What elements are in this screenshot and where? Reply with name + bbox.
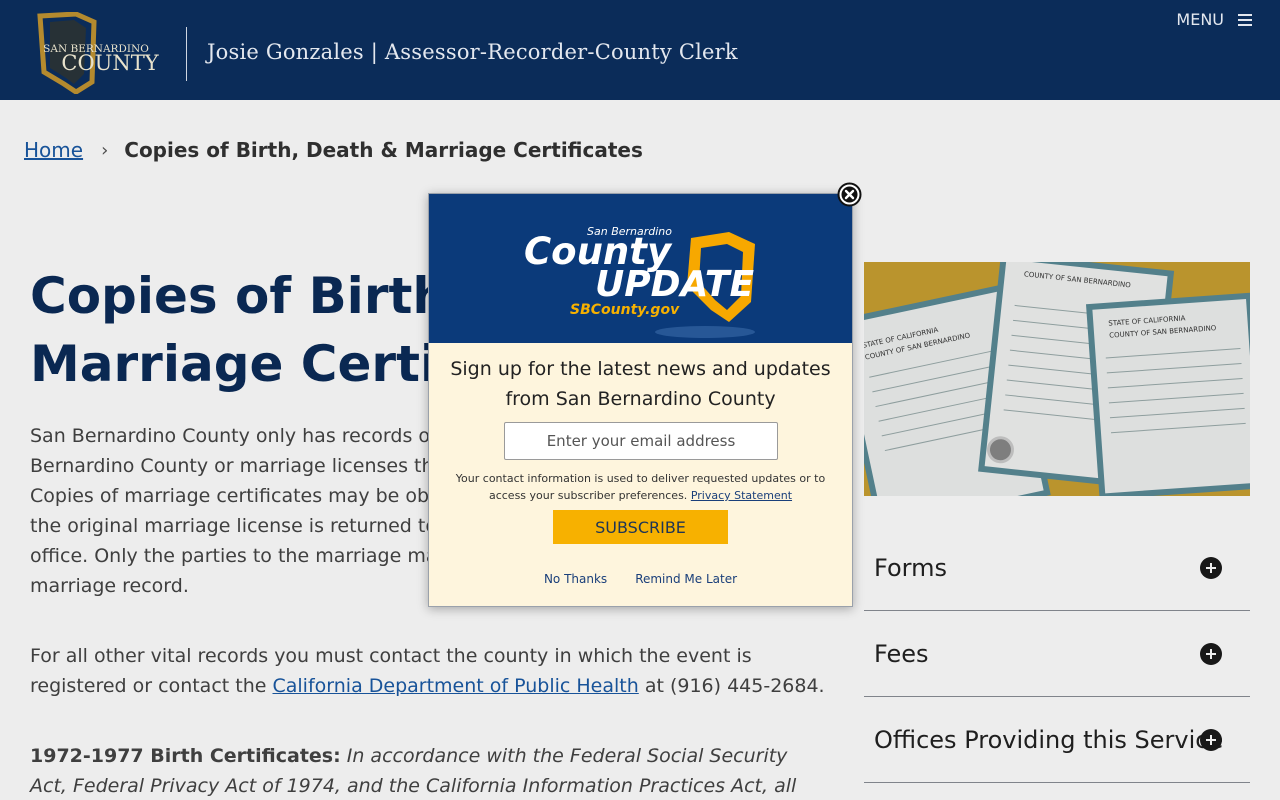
close-icon[interactable] [837,182,862,207]
banner-brand-url: SBCounty.gov [570,302,680,318]
department-title[interactable]: Josie Gonzales | Assessor-Recorder-Count… [207,40,738,64]
popup-secondary-links: No Thanks Remind Me Later [429,572,852,586]
county-update-banner: San Bernardino County UPDATE SBCounty.go… [429,194,852,343]
hamburger-icon [1238,13,1252,26]
privacy-statement-link[interactable]: Privacy Statement [691,489,792,502]
header-divider [186,27,187,81]
no-thanks-link[interactable]: No Thanks [544,572,607,586]
site-header: SAN BERNARDINO COUNTY Josie Gonzales | A… [0,0,1280,100]
subscribe-button[interactable]: SUBSCRIBE [553,510,728,544]
email-input[interactable] [504,422,778,460]
seal-text-bottom: COUNTY [61,51,159,75]
banner-brand-update: UPDATE [595,264,754,305]
menu-label: MENU [1176,10,1224,29]
newsletter-signup-modal: San Bernardino County UPDATE SBCounty.go… [428,193,853,607]
menu-button[interactable]: MENU [1176,10,1252,29]
county-seal-logo[interactable]: SAN BERNARDINO COUNTY [36,12,168,94]
privacy-note: Your contact information is used to deli… [449,470,832,504]
signup-heading: Sign up for the latest news and updates … [450,358,831,410]
remind-later-link[interactable]: Remind Me Later [635,572,737,586]
